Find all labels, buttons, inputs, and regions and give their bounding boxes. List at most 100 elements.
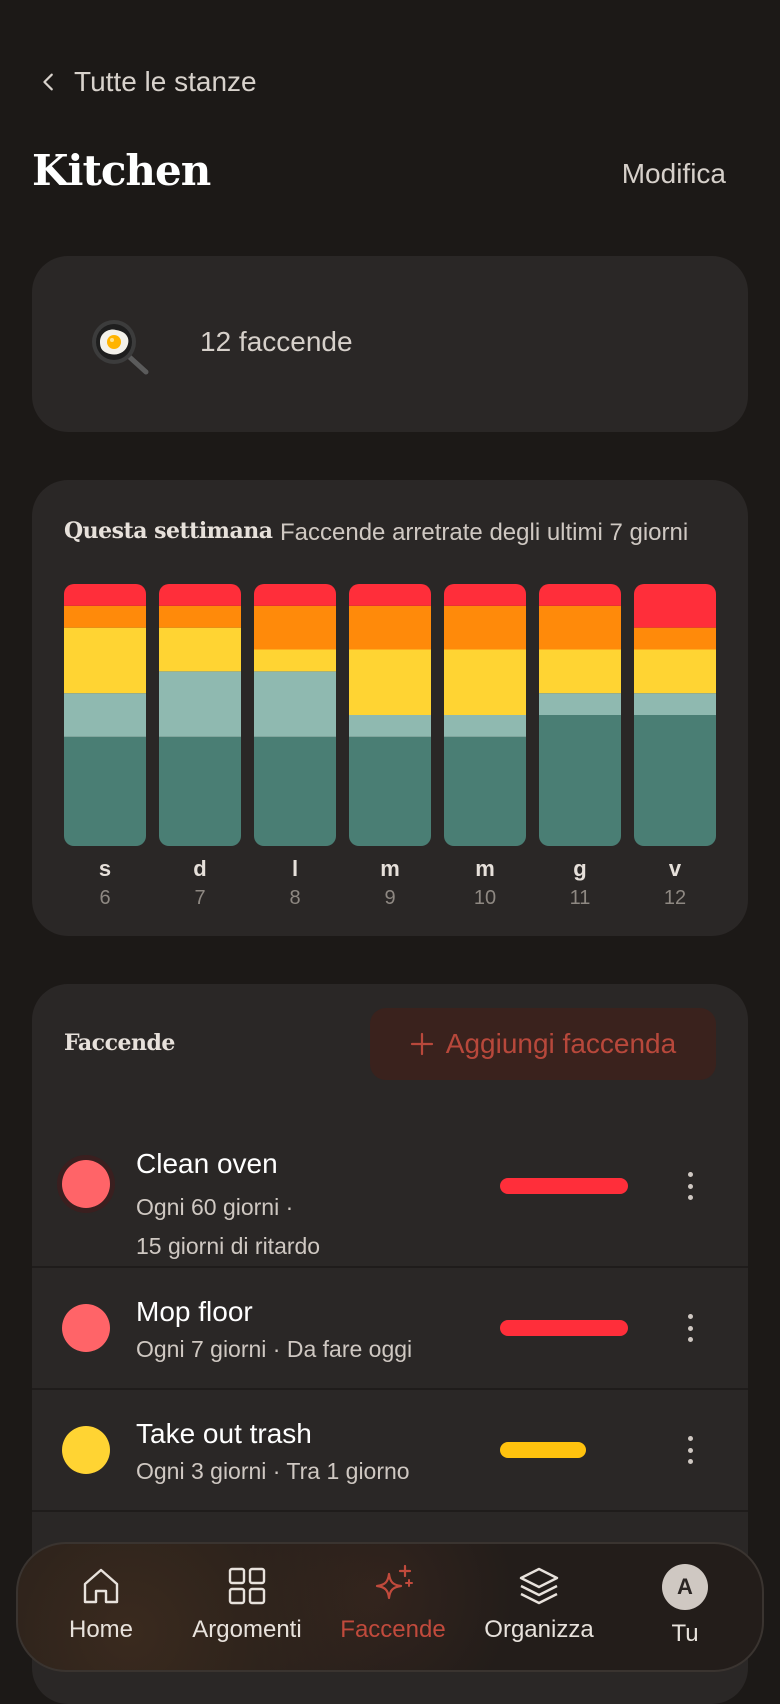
chore-name: Clean oven bbox=[136, 1148, 278, 1179]
date-label: 9 bbox=[384, 887, 395, 904]
more-options-icon[interactable] bbox=[678, 1308, 702, 1348]
bar-segment-yellow bbox=[254, 649, 336, 672]
chevron-left-icon bbox=[43, 73, 53, 91]
bar-segment-orange bbox=[64, 605, 146, 628]
bar-stack-3 bbox=[349, 584, 431, 846]
bar-segment-mint bbox=[64, 693, 146, 737]
bar-segment-mint bbox=[444, 715, 526, 737]
edit-button[interactable]: Modifica bbox=[622, 158, 726, 190]
date-label: 6 bbox=[99, 887, 110, 904]
bar-segment-yellow bbox=[444, 649, 526, 715]
bar-segment-orange bbox=[444, 605, 526, 650]
bar-segment-teal bbox=[254, 736, 336, 846]
bar-segment-red bbox=[539, 584, 621, 606]
urgency-bar bbox=[500, 1320, 628, 1336]
bar-segment-mint bbox=[539, 693, 621, 715]
chore-name: Take out trash bbox=[136, 1418, 312, 1449]
status-dot bbox=[62, 1426, 110, 1474]
date-label: 8 bbox=[289, 887, 300, 904]
bar-segment-teal bbox=[444, 736, 526, 846]
back-link[interactable]: Tutte le stanze bbox=[38, 64, 257, 100]
urgency-bar bbox=[500, 1442, 586, 1458]
day-label: d bbox=[193, 856, 206, 881]
bar-segment-mint bbox=[159, 671, 241, 737]
nav-item-home[interactable]: Home bbox=[26, 1564, 176, 1644]
chore-frequency: Ogni 3 giorni · Tra 1 giorno bbox=[136, 1458, 410, 1484]
add-chore-button[interactable]: Aggiungi faccenda bbox=[370, 1008, 716, 1080]
day-label: v bbox=[669, 856, 682, 881]
chore-row[interactable]: Take out trash Ogni 3 giorni · Tra 1 gio… bbox=[32, 1390, 748, 1512]
bar-segment-teal bbox=[64, 736, 146, 846]
bottom-navigation: Home Argomenti Faccende Organizza A Tu bbox=[16, 1542, 764, 1672]
add-chore-label: Aggiungi faccenda bbox=[445, 1028, 677, 1059]
back-label: Tutte le stanze bbox=[74, 66, 257, 97]
nav-item-tu[interactable]: A Tu bbox=[610, 1564, 760, 1648]
bar-segment-yellow bbox=[64, 627, 146, 694]
status-dot bbox=[62, 1304, 110, 1352]
day-label: g bbox=[573, 856, 586, 881]
bar-stack-5 bbox=[539, 584, 621, 846]
day-label: l bbox=[292, 856, 298, 881]
plus-icon bbox=[410, 1032, 433, 1056]
bar-stack-4 bbox=[444, 584, 526, 846]
nav-item-organizza[interactable]: Organizza bbox=[464, 1564, 614, 1644]
chore-name: Mop floor bbox=[136, 1296, 253, 1327]
day-label: s bbox=[99, 856, 111, 881]
bar-segment-orange bbox=[159, 605, 241, 628]
urgency-bar bbox=[500, 1178, 628, 1194]
bar-segment-orange bbox=[254, 605, 336, 650]
bar-segment-yellow bbox=[349, 649, 431, 715]
more-options-icon[interactable] bbox=[678, 1166, 702, 1206]
bar-stack-0 bbox=[64, 584, 146, 846]
date-label: 12 bbox=[664, 887, 686, 904]
nav-label: Organizza bbox=[484, 1616, 594, 1643]
room-chore-count: 12 faccende bbox=[200, 326, 353, 357]
avatar: A bbox=[662, 1564, 708, 1610]
bar-segment-red bbox=[159, 584, 241, 606]
bar-segment-red bbox=[444, 584, 526, 606]
bar-segment-mint bbox=[254, 671, 336, 737]
bar-segment-red bbox=[349, 584, 431, 606]
bar-stack-1 bbox=[159, 584, 241, 846]
nav-item-argomenti[interactable]: Argomenti bbox=[172, 1564, 322, 1644]
bar-segment-mint bbox=[349, 715, 431, 737]
week-subtitle: Faccende arretrate degli ultimi 7 giorni bbox=[280, 519, 689, 546]
chore-frequency: Ogni 60 giorni · bbox=[136, 1194, 294, 1220]
home-icon bbox=[83, 1568, 119, 1604]
chore-row[interactable]: Mop floor Ogni 7 giorni · Da fare oggi bbox=[32, 1268, 748, 1390]
page-title: Kitchen bbox=[32, 146, 211, 195]
bar-segment-orange bbox=[634, 627, 716, 650]
bar-segment-teal bbox=[159, 736, 241, 846]
nav-item-faccende[interactable]: Faccende bbox=[318, 1564, 468, 1644]
overdue-stacked-bar-chart: s 6 d 7 l 8 m 9 m 10 g 11 v 12 bbox=[64, 584, 716, 904]
date-label: 10 bbox=[474, 887, 496, 904]
grid-icon bbox=[228, 1567, 266, 1605]
chore-row[interactable]: Clean oven Ogni 60 giorni · 15 giorni di… bbox=[32, 1116, 748, 1268]
nav-label: Argomenti bbox=[192, 1616, 302, 1643]
chore-frequency: Ogni 7 giorni · Da fare oggi bbox=[136, 1336, 413, 1362]
more-options-icon[interactable] bbox=[678, 1430, 702, 1470]
nav-label: Home bbox=[68, 1616, 134, 1643]
bar-segment-orange bbox=[349, 605, 431, 650]
bar-segment-yellow bbox=[634, 649, 716, 694]
chore-due-status: 15 giorni di ritardo bbox=[136, 1233, 321, 1259]
bar-segment-mint bbox=[634, 693, 716, 715]
day-label: m bbox=[475, 856, 495, 881]
status-dot bbox=[62, 1160, 110, 1208]
nav-label: Tu bbox=[671, 1620, 699, 1647]
bar-segment-teal bbox=[634, 715, 716, 846]
bar-segment-red bbox=[634, 584, 716, 628]
frying-pan-egg-icon bbox=[92, 320, 150, 376]
week-title: Questa settimana bbox=[64, 518, 273, 544]
bar-segment-red bbox=[254, 584, 336, 606]
bar-segment-yellow bbox=[539, 649, 621, 694]
date-label: 11 bbox=[570, 887, 591, 904]
date-label: 7 bbox=[194, 887, 205, 904]
bar-stack-2 bbox=[254, 584, 336, 846]
layers-icon bbox=[519, 1567, 559, 1605]
day-label: m bbox=[380, 856, 400, 881]
sparkle-icon bbox=[375, 1564, 413, 1600]
chores-title: Faccende bbox=[64, 1030, 175, 1056]
bar-stack-6 bbox=[634, 584, 716, 846]
bar-segment-teal bbox=[539, 715, 621, 846]
